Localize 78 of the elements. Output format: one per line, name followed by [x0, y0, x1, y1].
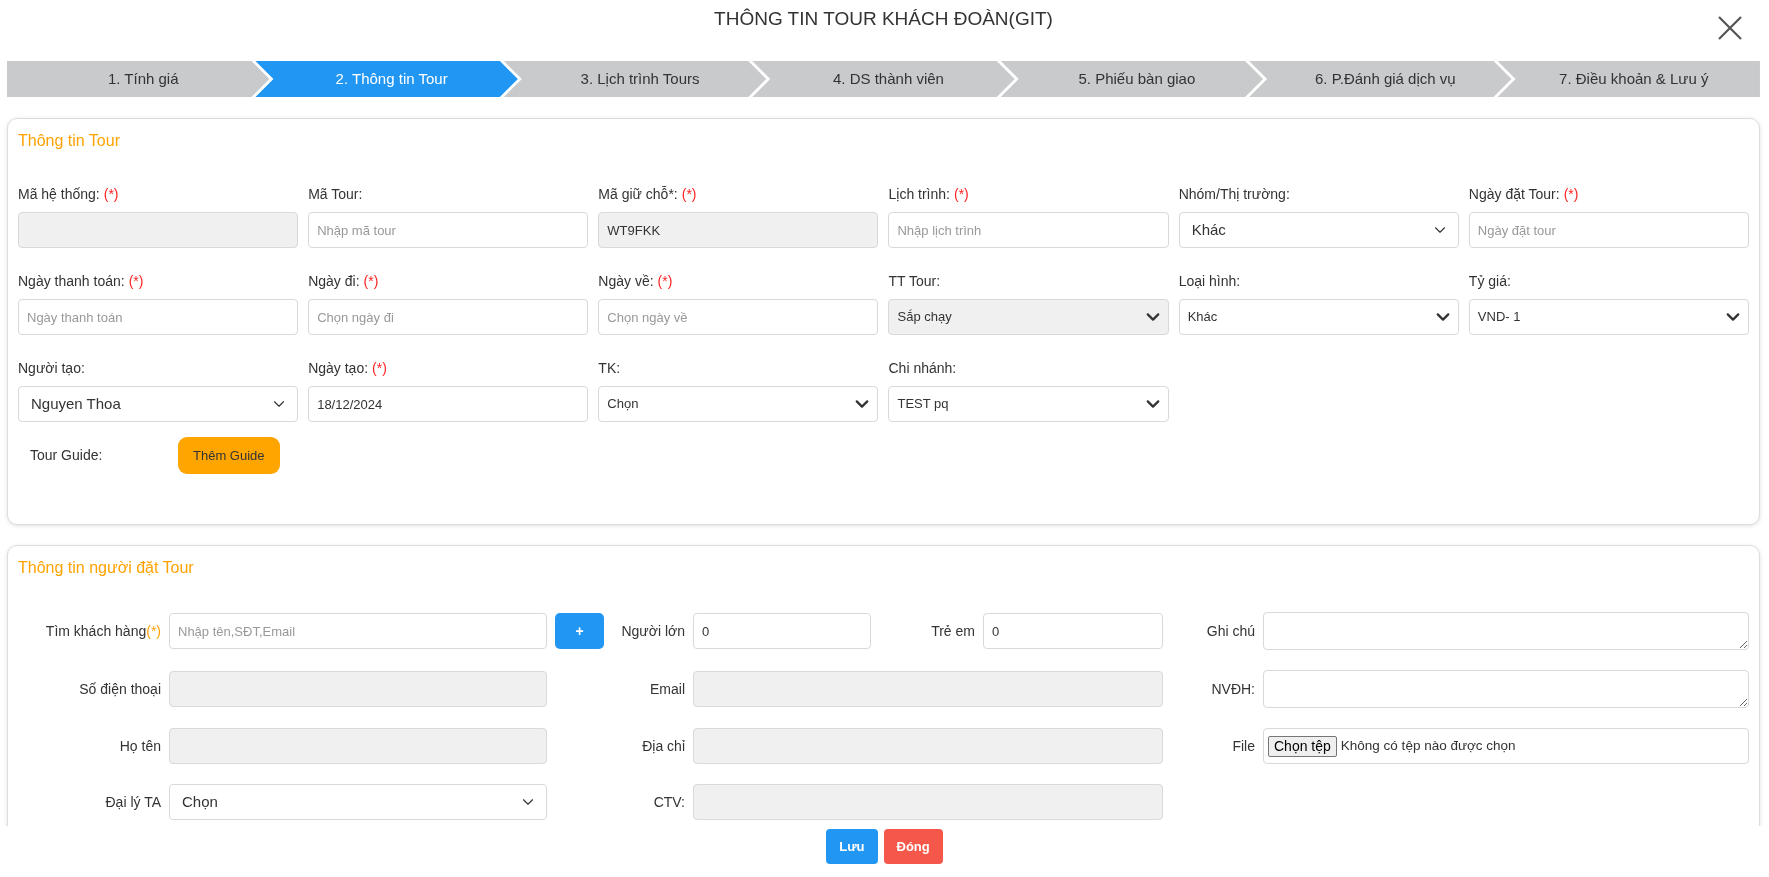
field-label: Tìm khách hàng(*)	[45, 621, 161, 641]
step-tab[interactable]: 4. DS thành viên	[752, 61, 1015, 97]
field-label: Số điện thoại	[79, 679, 161, 699]
caret-icon	[1433, 224, 1446, 236]
input-field[interactable]: WT9FKK	[598, 212, 879, 248]
field-label: Người lớn	[621, 621, 685, 641]
field-label: Địa chỉ	[642, 736, 685, 756]
caret-icon	[1145, 397, 1160, 411]
caret-icon	[1435, 310, 1450, 324]
add-guide-button[interactable]: Thêm Guide	[178, 437, 280, 474]
field-label: Mã Tour:	[308, 185, 363, 204]
file-field[interactable]: Chọn tệp Không có tệp nào được chọn	[1263, 728, 1749, 764]
input-field[interactable]: Nhập lịch trình	[888, 212, 1169, 248]
dropdown-field[interactable]: Sắp chạy	[888, 299, 1169, 335]
field-label: Người tạo:	[18, 359, 85, 378]
caret-icon	[273, 398, 286, 410]
input-field[interactable]	[169, 671, 547, 707]
choose-file-button[interactable]: Chọn tệp	[1268, 735, 1337, 757]
field-label: File	[1232, 736, 1255, 756]
step-tab[interactable]: 5. Phiếu bàn giao	[1000, 61, 1264, 97]
field-label: TT Tour:	[888, 272, 941, 291]
dropdown-field[interactable]: Chọn	[598, 386, 879, 422]
field-label: Đại lý TA	[105, 792, 161, 812]
dropdown-field[interactable]: Nguyen Thoa	[18, 386, 299, 422]
field-label: Tỷ giá:	[1468, 272, 1511, 291]
input-field[interactable]: Chọn ngày về	[598, 299, 879, 335]
input-field[interactable]: 0	[983, 613, 1163, 649]
dropdown-field[interactable]: Khác	[1178, 299, 1459, 335]
input-field[interactable]	[693, 728, 1163, 764]
text-area[interactable]	[1263, 670, 1749, 708]
section-title: Thông tin Tour	[18, 131, 120, 151]
caret-icon	[1726, 310, 1740, 324]
input-field[interactable]	[693, 784, 1163, 820]
field-label: Họ tên	[119, 736, 161, 756]
caret-icon	[522, 796, 534, 808]
window-title: THÔNG TIN TOUR KHÁCH ĐOÀN(GIT)	[714, 7, 1053, 31]
field-label: Lịch trình: (*)	[888, 185, 969, 204]
input-field[interactable]: Ngày thanh toán	[18, 299, 299, 335]
dropdown-field[interactable]: VND- 1	[1468, 299, 1749, 335]
input-field[interactable]: Nhập mã tour	[308, 212, 589, 248]
field-label: Ngày về: (*)	[598, 272, 673, 291]
field-label: NVĐH:	[1211, 679, 1255, 699]
field-label: Email	[650, 679, 685, 699]
field-label: TK:	[598, 359, 621, 378]
input-field[interactable]: Ngày đặt tour	[1468, 212, 1749, 248]
field-label: Chi nhánh:	[888, 359, 957, 378]
input-field[interactable]: Nhập tên,SĐT,Email	[169, 613, 547, 649]
field-label: Loại hình:	[1178, 272, 1241, 291]
caret-icon	[855, 397, 870, 411]
text-area[interactable]	[1263, 612, 1749, 650]
field-label: Ghi chú	[1206, 621, 1255, 641]
field-label: Nhóm/Thị trường:	[1178, 185, 1290, 204]
field-label: Ngày tạo: (*)	[308, 359, 387, 378]
step-tab[interactable]: 7. Điều khoản & Lưu ý	[1497, 61, 1760, 97]
close-icon[interactable]	[1718, 16, 1742, 40]
field-label: Ngày thanh toán: (*)	[18, 272, 144, 291]
field-label: Mã hệ thống: (*)	[18, 185, 119, 204]
field-label: Ngày đặt Tour: (*)	[1468, 185, 1579, 204]
dropdown-field[interactable]: Chọn	[169, 784, 547, 820]
field-label: Ngày đi: (*)	[308, 272, 379, 291]
input-field[interactable]: 0	[693, 613, 871, 649]
file-status-text: Không có tệp nào được chọn	[1340, 736, 1516, 755]
field-label: Mã giữ chỗ*: (*)	[598, 185, 697, 204]
input-field[interactable]	[169, 728, 547, 764]
dropdown-field[interactable]: Khác	[1178, 212, 1459, 248]
step-tab[interactable]: 6. P.Đánh giá dịch vụ	[1249, 61, 1512, 97]
input-field[interactable]	[693, 671, 1163, 707]
section-title: Thông tin người đặt Tour	[18, 558, 194, 578]
dropdown-field[interactable]: TEST pq	[888, 386, 1169, 422]
input-field[interactable]: Chọn ngày đi	[308, 299, 589, 335]
step-tab[interactable]: 1. Tính giá	[7, 61, 270, 97]
step-tab[interactable]: 3. Lịch trình Tours	[503, 61, 767, 97]
input-field[interactable]: 18/12/2024	[308, 386, 589, 422]
caret-icon	[1145, 310, 1160, 324]
field-label: Trẻ em	[931, 621, 975, 641]
field-label: CTV:	[653, 792, 685, 812]
input-field[interactable]	[18, 212, 299, 248]
field-label: Tour Guide:	[30, 446, 104, 465]
